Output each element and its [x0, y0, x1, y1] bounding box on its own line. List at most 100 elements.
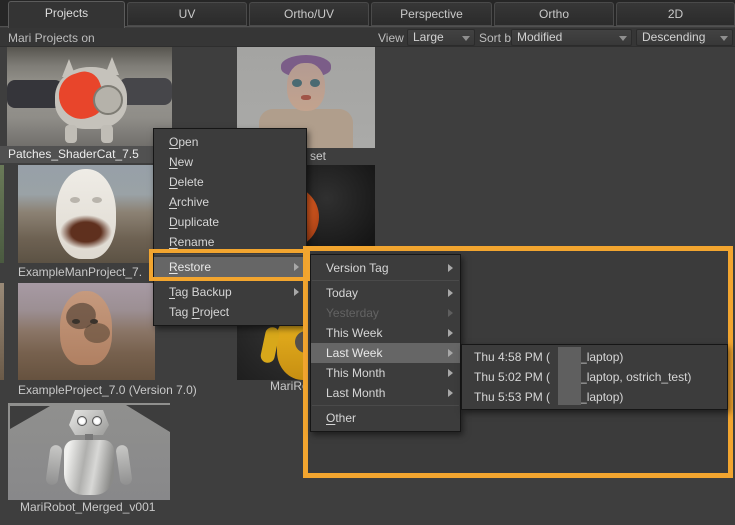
sort-by-dropdown[interactable]: Modified	[511, 29, 632, 46]
mari-project-browser: Projects UV Ortho/UV Perspective Ortho 2…	[0, 0, 735, 525]
menu-item-label: _laptop)	[580, 350, 623, 364]
project-label-exampleman: ExampleManProject_7.	[18, 265, 142, 279]
project-context-menu: Open New Delete Archive Duplicate Rename…	[153, 128, 307, 326]
menu-item-label: A	[169, 195, 177, 209]
thumbnail-art	[301, 95, 311, 100]
thumbnail-art	[77, 416, 87, 426]
project-thumbnail-exampleproject[interactable]	[18, 283, 155, 380]
menu-item-label: N	[169, 155, 178, 169]
submenu-arrow-icon	[448, 369, 453, 377]
dropdown-arrow-icon	[720, 36, 728, 41]
view-label: View	[378, 31, 404, 45]
thumbnail-art	[287, 63, 325, 111]
menu-item-duplicate[interactable]: Duplicate	[154, 212, 306, 232]
menu-item-label: O	[169, 135, 178, 149]
sort-by-value: Modified	[517, 30, 562, 44]
browser-header: Mari Projects on View Large Sort by Modi…	[0, 28, 735, 47]
project-thumbnail-marirobot-merged[interactable]	[8, 403, 170, 500]
menu-item-label: D	[169, 215, 178, 229]
backup-times-submenu: Thu 4:58 PM ( _laptop) Thu 5:02 PM ( _lapt…	[461, 344, 728, 410]
menu-item-last-week[interactable]: Last Week	[311, 343, 460, 363]
folded-corner-left	[10, 406, 50, 429]
thumbnail-edge-sliver	[0, 165, 4, 263]
tab-ortho-uv[interactable]: Ortho/UV	[249, 2, 369, 26]
menu-item-other[interactable]: Other	[311, 408, 460, 428]
tab-ortho[interactable]: Ortho	[494, 2, 614, 26]
thumbnail-art	[60, 215, 112, 249]
menu-item-this-month[interactable]: This Month	[311, 363, 460, 383]
menu-item-label: Tag	[169, 305, 192, 319]
sort-order-dropdown[interactable]: Descending	[636, 29, 733, 46]
view-tab-bar: Projects UV Ortho/UV Perspective Ortho 2…	[0, 0, 735, 27]
page-title: Mari Projects on	[8, 31, 95, 45]
thumbnail-art	[45, 444, 62, 485]
thumbnail-art	[101, 125, 113, 143]
menu-item-delete[interactable]: Delete	[154, 172, 306, 192]
thumbnail-art	[115, 444, 132, 485]
menu-item-tag-backup[interactable]: Tag Backup	[154, 282, 306, 302]
menu-separator	[312, 405, 459, 406]
tab-uv[interactable]: UV	[127, 2, 247, 26]
menu-item-yesterday: Yesterday	[311, 303, 460, 323]
menu-item-label: ew	[178, 155, 193, 169]
submenu-arrow-icon	[448, 289, 453, 297]
menu-item-label: uplicate	[178, 215, 219, 229]
menu-item-label: Thu 5:53 PM (	[474, 390, 550, 404]
thumbnail-art	[292, 79, 302, 87]
project-label-bust-visible: set	[310, 149, 326, 163]
menu-item-version-tag[interactable]: Version Tag	[311, 258, 460, 278]
view-size-dropdown[interactable]: Large	[407, 29, 475, 46]
thumbnail-art	[70, 197, 80, 203]
submenu-arrow-icon	[294, 288, 299, 296]
menu-item-backup-502[interactable]: Thu 5:02 PM ( _laptop, ostrich_test)	[462, 367, 727, 387]
restore-submenu: Version Tag Today Yesterday This Week La…	[310, 254, 461, 432]
menu-item-label: ag Backup	[175, 285, 232, 299]
annotation-restore-box	[149, 249, 310, 281]
menu-item-label: Version Tag	[326, 261, 389, 275]
menu-item-backup-458[interactable]: Thu 4:58 PM ( _laptop)	[462, 347, 727, 367]
menu-item-label: Last Month	[326, 386, 385, 400]
tab-projects[interactable]: Projects	[8, 1, 125, 28]
menu-item-label: P	[192, 305, 200, 319]
project-label-exampleproject: ExampleProject_7.0 (Version 7.0)	[18, 383, 197, 397]
menu-item-label: Thu 4:58 PM (	[474, 350, 550, 364]
menu-item-label: pen	[178, 135, 198, 149]
dropdown-arrow-icon	[462, 36, 470, 41]
thumbnail-art	[90, 319, 98, 324]
menu-item-label: O	[326, 411, 335, 425]
menu-separator	[312, 280, 459, 281]
menu-item-new[interactable]: New	[154, 152, 306, 172]
project-label-marirobot-merged: MariRobot_Merged_v001	[20, 500, 155, 514]
menu-item-label: Last Week	[326, 346, 382, 360]
menu-item-last-month[interactable]: Last Month	[311, 383, 460, 403]
menu-item-label: Yesterday	[326, 306, 379, 320]
menu-item-backup-553[interactable]: Thu 5:53 PM ( _laptop)	[462, 387, 727, 407]
submenu-arrow-icon	[448, 264, 453, 272]
tab-perspective[interactable]: Perspective	[371, 2, 492, 26]
menu-item-label: This Month	[326, 366, 385, 380]
menu-item-this-week[interactable]: This Week	[311, 323, 460, 343]
view-size-value: Large	[413, 30, 444, 44]
sort-order-value: Descending	[642, 30, 705, 44]
project-thumbnail-exampleman[interactable]	[18, 165, 155, 263]
project-thumbnail-shadercat[interactable]	[7, 47, 172, 148]
menu-item-label: _laptop)	[580, 390, 623, 404]
thumbnail-art	[92, 416, 102, 426]
thumbnail-art	[65, 125, 77, 143]
menu-item-tag-project[interactable]: Tag Project	[154, 302, 306, 322]
menu-item-label: roject	[200, 305, 229, 319]
menu-item-open[interactable]: Open	[154, 132, 306, 152]
menu-item-label: ename	[178, 235, 215, 249]
menu-item-label: D	[169, 175, 178, 189]
menu-item-label: _laptop, ostrich_test)	[580, 370, 691, 384]
menu-item-archive[interactable]: Archive	[154, 192, 306, 212]
menu-item-label: rchive	[177, 195, 209, 209]
menu-item-label: ther	[335, 411, 356, 425]
tab-2d[interactable]: 2D	[616, 2, 735, 26]
menu-item-label: Thu 5:02 PM (	[474, 370, 550, 384]
dropdown-arrow-icon	[619, 36, 627, 41]
menu-item-today[interactable]: Today	[311, 283, 460, 303]
menu-item-label: R	[169, 235, 178, 249]
thumbnail-art	[64, 440, 114, 495]
thumbnail-art	[93, 85, 123, 115]
